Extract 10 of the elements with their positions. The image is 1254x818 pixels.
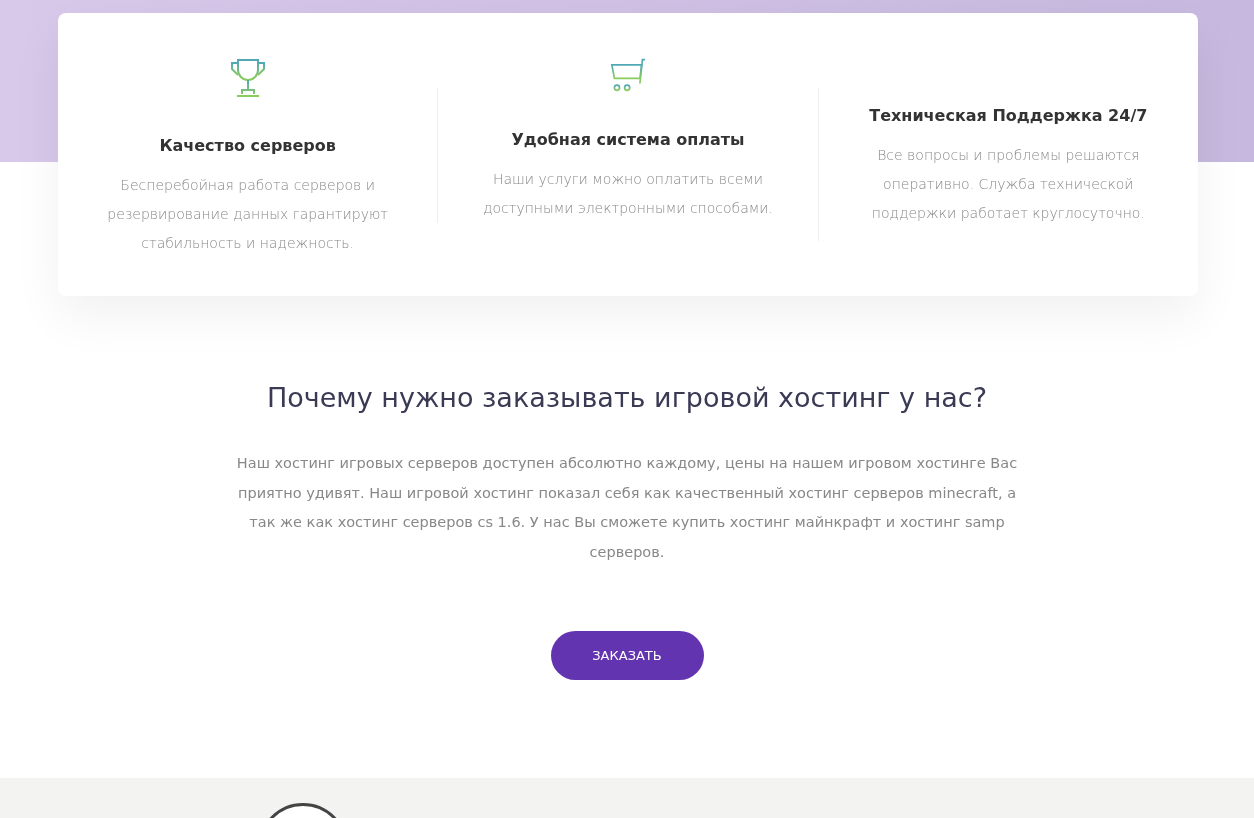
feature-title: Техническая Поддержка 24/7	[869, 106, 1148, 125]
feature-title: Удобная система оплаты	[511, 130, 745, 149]
order-button[interactable]: ЗАКАЗАТЬ	[550, 631, 704, 680]
section-heading: Почему нужно заказывать игровой хостинг у нас?	[266, 382, 988, 413]
section-paragraph: Наш хостинг игровых серверов доступен абсолютно каждому, цены на нашем игровом хостинге Вас приятно удивят. Наш игровой хостинг показал себя как качественный хостинг серверов minecraft, а так же как хостинг серверов cs 1.6. У нас Вы сможете купить хостинг майнкрафт и хостинг samp серверов.	[235, 454, 1019, 562]
trophy-icon	[228, 58, 267, 98]
feature-description: Наши услуги можно оплатить всеми доступными электронными способами.	[482, 170, 774, 218]
feature-description: Бесперебойная работа серверов и резервирование данных гарантируют стабильность и надежность.	[106, 176, 389, 253]
feature-title: Качество серверов	[159, 136, 336, 155]
feature-description: Все вопросы и проблемы решаются оперативно. Служба технической поддержки работает круглосуточно.	[870, 146, 1146, 223]
